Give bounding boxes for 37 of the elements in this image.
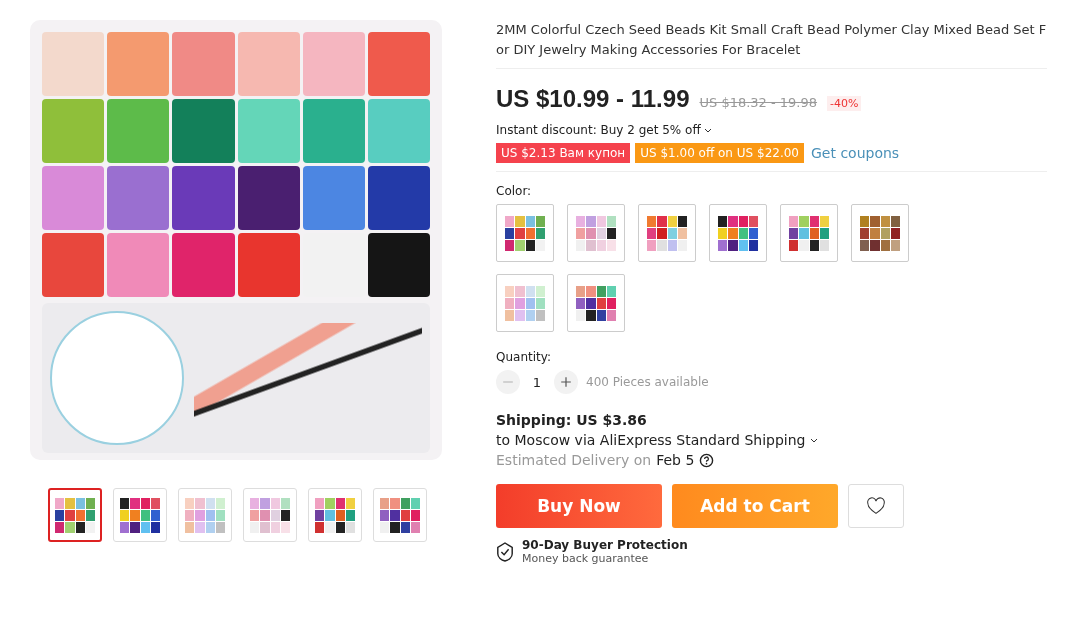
- color-option[interactable]: [638, 204, 696, 262]
- color-label: Color:: [496, 184, 533, 198]
- original-price: US $18.32 - 19.98: [699, 95, 818, 110]
- quantity-label: Quantity:: [496, 350, 553, 364]
- increase-button[interactable]: [554, 370, 578, 394]
- coupon-tag[interactable]: US $1.00 off on US $22.00: [635, 143, 804, 163]
- color-option[interactable]: [709, 204, 767, 262]
- chevron-down-icon: [703, 127, 712, 133]
- wishlist-button[interactable]: [848, 484, 904, 528]
- product-title: 2MM Colorful Czech Seed Beads Kit Small Craft Bead Polymer Clay Mixed Bead Set For DIY Jewelry Making Accessories For Bracelet: [496, 21, 1047, 59]
- coupon-tag[interactable]: US $2.13 Вам купон: [496, 143, 631, 163]
- color-option[interactable]: [567, 274, 625, 332]
- stock-text: 400 Pieces available: [586, 375, 709, 389]
- color-option[interactable]: [780, 204, 838, 262]
- color-option[interactable]: [496, 274, 554, 332]
- add-to-cart-button[interactable]: Add to Cart: [672, 484, 838, 528]
- thumbnail[interactable]: [48, 488, 102, 542]
- chevron-down-icon: [809, 437, 818, 443]
- color-option[interactable]: [496, 204, 554, 262]
- heart-icon: [866, 497, 886, 515]
- instant-discount-link[interactable]: Instant discount: Buy 2 get 5% off: [496, 123, 1047, 137]
- color-option[interactable]: [851, 204, 909, 262]
- protection-subtitle: Money back guarantee: [522, 552, 650, 565]
- help-icon[interactable]: [699, 452, 715, 468]
- shipping-route-link[interactable]: to Moscow via AliExpress Standard Shipping: [496, 432, 1047, 448]
- color-option[interactable]: [567, 204, 625, 262]
- price: US $10.99 - 11.99: [496, 85, 690, 113]
- get-coupons-link[interactable]: Get coupons: [811, 145, 900, 161]
- plus-icon: [560, 376, 572, 388]
- quantity-value[interactable]: 1: [528, 374, 546, 390]
- shipping-cost: Shipping: US $3.86: [496, 412, 648, 428]
- protection-title: 90-Day Buyer Protection: [522, 538, 688, 552]
- buy-now-button[interactable]: Buy Now: [496, 484, 662, 528]
- delivery-date: Feb 5: [656, 452, 695, 468]
- delivery-label: Estimated Delivery on: [496, 452, 652, 468]
- shield-check-icon: [496, 542, 514, 562]
- discount-badge: -40%: [827, 96, 862, 111]
